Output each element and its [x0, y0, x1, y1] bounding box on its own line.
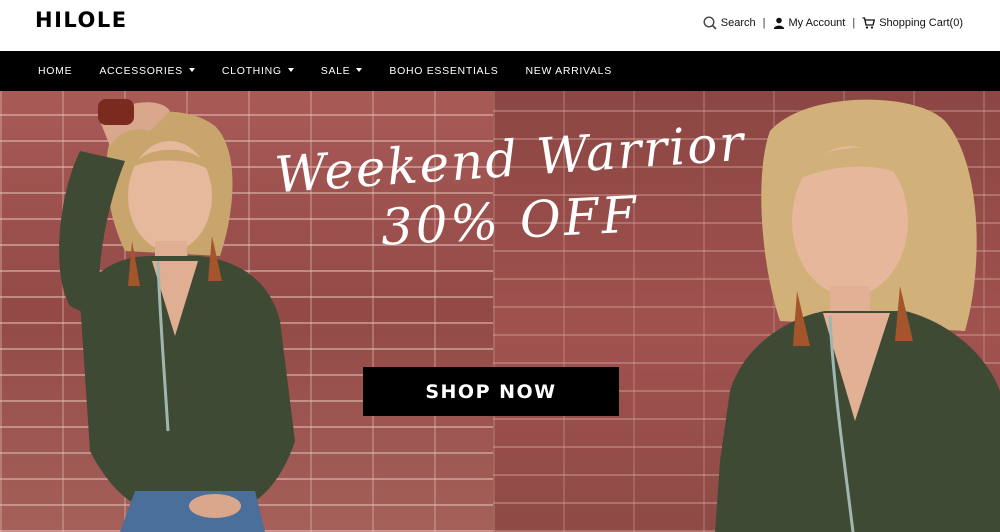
nav-item-home[interactable]: HOME — [38, 65, 72, 77]
site-logo[interactable]: HILOLE — [35, 8, 128, 32]
cart-icon — [862, 17, 876, 29]
search-icon — [703, 16, 717, 30]
main-nav: HOME ACCESSORIES CLOTHING SALE BOHO ESSE… — [0, 51, 1000, 91]
search-link[interactable]: Search — [703, 16, 756, 30]
caret-down-icon — [287, 68, 294, 72]
nav-item-clothing[interactable]: CLOTHING — [222, 65, 294, 77]
nav-item-boho-essentials[interactable]: BOHO ESSENTIALS — [389, 65, 498, 77]
utility-links: Search | My Account | Shopping Cart(0) — [703, 16, 963, 30]
hero-banner[interactable]: Weekend Warrior 30% OFF SHOP NOW — [0, 91, 1000, 532]
cart-link[interactable]: Shopping Cart(0) — [862, 17, 963, 29]
separator: | — [762, 17, 766, 29]
site-header: HILOLE Search | My Account | Shopping Ca… — [0, 0, 1000, 51]
search-label: Search — [720, 17, 756, 29]
account-label: My Account — [788, 17, 846, 29]
separator: | — [852, 17, 856, 29]
account-link[interactable]: My Account — [773, 17, 846, 29]
model-image-right — [715, 99, 1000, 532]
shop-now-button[interactable]: SHOP NOW — [363, 367, 619, 416]
nav-item-new-arrivals[interactable]: NEW ARRIVALS — [526, 65, 612, 77]
nav-item-sale[interactable]: SALE — [321, 65, 363, 77]
cart-label: Shopping Cart(0) — [879, 17, 963, 29]
user-icon — [773, 17, 784, 29]
nav-item-accessories[interactable]: ACCESSORIES — [99, 65, 195, 77]
promo-headline: Weekend Warrior 30% OFF — [270, 114, 750, 257]
caret-down-icon — [188, 68, 195, 72]
caret-down-icon — [356, 68, 363, 72]
